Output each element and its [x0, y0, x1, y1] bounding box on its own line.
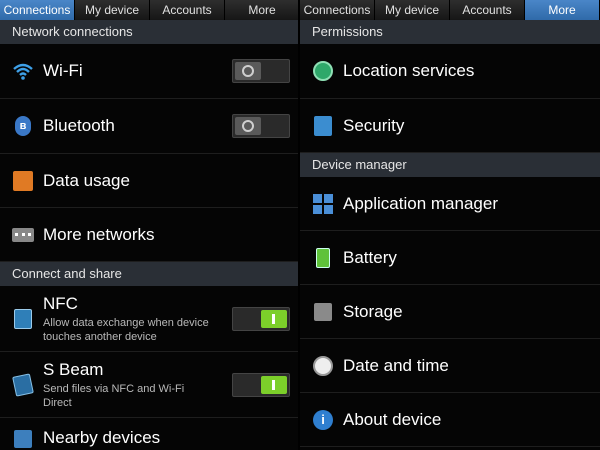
- bluetooth-label: Bluetooth: [43, 116, 115, 135]
- info-icon: i: [312, 409, 334, 431]
- tab-connections-right[interactable]: Connections: [300, 0, 375, 20]
- storage-row[interactable]: Storage: [300, 285, 600, 339]
- storage-label: Storage: [343, 301, 403, 321]
- application-manager-label: Application manager: [343, 193, 498, 213]
- bluetooth-icon: ʙ: [12, 115, 34, 137]
- tab-my-device[interactable]: My device: [75, 0, 150, 20]
- application-manager-row[interactable]: Application manager: [300, 177, 600, 231]
- section-network-connections: Network connections: [0, 20, 300, 44]
- tab-bar-right: Connections My device Accounts More: [300, 0, 600, 20]
- wifi-row[interactable]: Wi-Fi: [0, 44, 300, 99]
- bluetooth-toggle[interactable]: [232, 114, 290, 138]
- tab-bar: Connections My device Accounts More: [0, 0, 300, 20]
- section-connect-and-share: Connect and share: [0, 262, 300, 286]
- lock-icon: [312, 115, 334, 137]
- tab-accounts[interactable]: Accounts: [150, 0, 225, 20]
- security-label: Security: [343, 115, 405, 135]
- location-services-label: Location services: [343, 61, 475, 80]
- location-icon: [312, 60, 334, 82]
- more-panel: Connections My device Accounts More Perm…: [300, 0, 600, 450]
- tab-more-right[interactable]: More: [525, 0, 600, 20]
- data-usage-row[interactable]: Data usage: [0, 154, 300, 208]
- data-usage-icon: [12, 170, 34, 192]
- section-permissions: Permissions: [300, 20, 600, 44]
- tab-accounts-right[interactable]: Accounts: [450, 0, 525, 20]
- nfc-label: NFC: [43, 293, 78, 313]
- bluetooth-row[interactable]: ʙ Bluetooth: [0, 99, 300, 154]
- nearby-devices-row[interactable]: Nearby devices: [0, 418, 300, 450]
- more-networks-icon: [12, 224, 34, 246]
- about-device-label: About device: [343, 409, 442, 429]
- s-beam-description: Send files via NFC and Wi-Fi Direct: [43, 382, 185, 409]
- battery-label: Battery: [343, 247, 397, 267]
- connections-panel: Connections My device Accounts More Netw…: [0, 0, 300, 450]
- s-beam-toggle[interactable]: [232, 372, 290, 397]
- date-and-time-row[interactable]: Date and time: [300, 339, 600, 393]
- tab-my-device-right[interactable]: My device: [375, 0, 450, 20]
- battery-icon: [312, 247, 334, 269]
- nfc-row[interactable]: NFC Allow data exchange when device touc…: [0, 286, 300, 352]
- more-networks-label: More networks: [43, 224, 155, 244]
- section-device-manager: Device manager: [300, 153, 600, 177]
- nfc-description: Allow data exchange when device touches …: [43, 316, 209, 343]
- battery-row[interactable]: Battery: [300, 231, 600, 285]
- nfc-toggle[interactable]: [232, 306, 290, 331]
- s-beam-icon: [12, 372, 34, 397]
- tab-more[interactable]: More: [225, 0, 300, 20]
- data-usage-label: Data usage: [43, 170, 130, 190]
- date-and-time-label: Date and time: [343, 355, 449, 375]
- security-row[interactable]: Security: [300, 99, 600, 153]
- clock-icon: [312, 355, 334, 377]
- nearby-devices-icon: [12, 428, 34, 450]
- location-services-row[interactable]: Location services: [300, 44, 600, 99]
- wifi-toggle[interactable]: [232, 59, 290, 83]
- s-beam-row[interactable]: S Beam Send files via NFC and Wi-Fi Dire…: [0, 352, 300, 418]
- wifi-label: Wi-Fi: [43, 61, 83, 80]
- nfc-icon: [12, 308, 34, 330]
- s-beam-label: S Beam: [43, 359, 104, 379]
- wifi-icon: [12, 60, 34, 82]
- grid-icon: [312, 193, 334, 215]
- about-device-row[interactable]: i About device: [300, 393, 600, 447]
- tab-connections[interactable]: Connections: [0, 0, 75, 20]
- more-networks-row[interactable]: More networks: [0, 208, 300, 262]
- storage-icon: [312, 301, 334, 323]
- nearby-devices-label: Nearby devices: [43, 428, 161, 447]
